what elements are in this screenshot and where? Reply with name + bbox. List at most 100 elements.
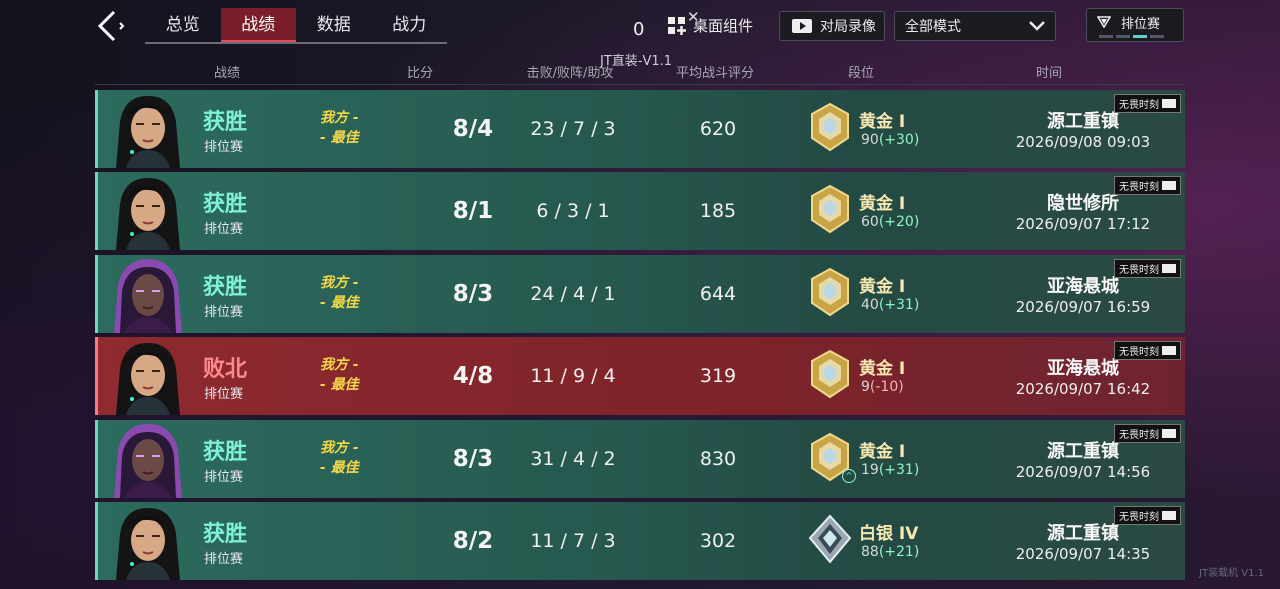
rank-points-delta: (+20): [878, 214, 920, 230]
match-result: 败北: [203, 357, 248, 382]
rank-points-delta: (+21): [878, 544, 920, 560]
rank-filter-button[interactable]: 排位赛: [1086, 8, 1184, 42]
rank-tier: 白银 IV: [859, 524, 919, 544]
hero-portrait: [106, 504, 186, 580]
match-row[interactable]: 获胜 排位赛 我方 - - 最佳 8/3 31 / 4 / 2 830 ^ 黄金 I 19(+31…: [95, 420, 1185, 498]
video-icon: [1162, 99, 1176, 108]
video-icon: [1162, 346, 1176, 355]
rank-points-delta: (-10): [869, 379, 904, 395]
match-result: 获胜: [203, 110, 248, 135]
match-result: 获胜: [203, 192, 248, 217]
match-result: 获胜: [203, 275, 248, 300]
version-tag: JT装载机 V1.1: [1199, 568, 1264, 579]
fearless-label: 无畏时刻: [1119, 182, 1159, 193]
video-icon: [1162, 264, 1176, 273]
rank-points: 9(-10): [861, 379, 904, 395]
rank-points: 40(+31): [861, 297, 919, 313]
tab-records[interactable]: 战绩: [220, 8, 296, 42]
mvp-line-1: 我方 -: [320, 357, 359, 373]
match-row[interactable]: 获胜 排位赛 我方 - - 最佳 8/4 23 / 7 / 3 620 黄金 I 90(+30)…: [95, 90, 1185, 168]
mvp-line-1: 我方 -: [320, 440, 359, 456]
match-mode: 排位赛: [204, 140, 244, 155]
rank-tier: 黄金 I: [859, 359, 906, 379]
fearless-label: 无畏时刻: [1119, 430, 1159, 441]
fearless-moment-button[interactable]: 无畏时刻: [1114, 341, 1181, 360]
match-result: 获胜: [203, 440, 248, 465]
overlay-counter: 0: [633, 19, 645, 40]
fearless-label: 无畏时刻: [1119, 265, 1159, 276]
fearless-moment-button[interactable]: 无畏时刻: [1114, 259, 1181, 278]
video-icon: [1162, 429, 1176, 438]
match-mode: 排位赛: [204, 222, 244, 237]
mvp-line-1: 我方 -: [320, 110, 359, 126]
fearless-moment-button[interactable]: 无畏时刻: [1114, 506, 1181, 525]
video-icon: [1162, 511, 1176, 520]
match-mode: 排位赛: [204, 387, 244, 402]
match-datetime: 2026/09/07 16:59: [1015, 298, 1151, 316]
tab-power[interactable]: 战力: [372, 8, 448, 42]
tab-overview[interactable]: 总览: [145, 8, 221, 42]
match-score: 8/3: [452, 446, 494, 472]
hero-portrait: [106, 422, 186, 498]
col-rank: 段位: [847, 66, 875, 81]
match-row[interactable]: 败北 排位赛 我方 -- 最佳 4/8 11 / 9 / 4 319 黄金 I 9(-10) 亚…: [95, 337, 1185, 415]
rank-emblem-icon: [1097, 16, 1111, 28]
mvp-line-1: 我方 -: [320, 275, 359, 291]
match-result: 获胜: [203, 522, 248, 547]
match-score: 8/2: [452, 528, 494, 554]
desktop-widget-button[interactable]: 桌面组件: [667, 15, 753, 36]
match-score: 8/4: [452, 116, 494, 142]
column-header-row: 战绩 比分 击败/败阵/助攻 平均战斗评分 段位 时间: [95, 62, 1185, 85]
mode-select[interactable]: 全部模式: [894, 11, 1056, 41]
match-rating: 302: [699, 530, 737, 552]
match-datetime: 2026/09/07 14:35: [1015, 545, 1151, 563]
match-score: 8/3: [452, 281, 494, 307]
rank-points-value: 40: [861, 297, 879, 313]
rank-badge-icon: [808, 267, 852, 319]
match-mode: 排位赛: [204, 470, 244, 485]
match-kda: 11 / 7 / 3: [530, 530, 616, 552]
team-mvp-badge: 我方 - - 最佳: [320, 355, 359, 395]
rank-points-value: 9: [861, 379, 870, 395]
tab-data[interactable]: 数据: [296, 8, 372, 42]
chevron-down-icon: [1029, 21, 1045, 31]
rank-points: 90(+30): [861, 132, 919, 148]
video-icon: [1162, 181, 1176, 190]
fearless-label: 无畏时刻: [1119, 100, 1159, 111]
rank-tier: 黄金 I: [859, 277, 906, 297]
widget-grid-icon: [668, 16, 686, 35]
mvp-line-2: - 最佳: [320, 377, 359, 393]
video-icon: [792, 19, 812, 33]
match-rating: 644: [699, 283, 737, 305]
match-kda: 24 / 4 / 1: [530, 283, 616, 305]
match-row[interactable]: 获胜 排位赛 8/1 6 / 3 / 1 185 黄金 I 60(+20) 隐世修所 2026/…: [95, 172, 1185, 250]
fearless-moment-button[interactable]: 无畏时刻: [1114, 94, 1181, 113]
match-datetime: 2026/09/07 17:12: [1015, 215, 1151, 233]
match-row[interactable]: 获胜 排位赛 我方 - - 最佳 8/3 24 / 4 / 1 644 黄金 I 40(+31)…: [95, 255, 1185, 333]
widget-label: 桌面组件: [693, 17, 754, 35]
match-replay-button[interactable]: 对局录像: [779, 11, 885, 41]
match-datetime: 2026/09/07 14:56: [1015, 463, 1151, 481]
tab-bar: 总览 战绩 数据 战力: [145, 8, 447, 44]
hero-portrait: [106, 339, 186, 415]
rank-points-delta: (+31): [878, 297, 920, 313]
fearless-moment-button[interactable]: 无畏时刻: [1114, 424, 1181, 443]
fearless-moment-button[interactable]: 无畏时刻: [1114, 176, 1181, 195]
rank-up-icon: ^: [842, 469, 856, 483]
match-kda: 23 / 7 / 3: [530, 118, 616, 140]
back-button[interactable]: [92, 8, 128, 44]
match-row[interactable]: 获胜 排位赛 8/2 11 / 7 / 3 302 白银 IV 88(+21) 源工重镇 202…: [95, 502, 1185, 580]
rank-points-value: 19: [861, 462, 879, 478]
fearless-label: 无畏时刻: [1119, 347, 1159, 358]
rank-badge-icon: [808, 514, 852, 566]
team-mvp-badge: 我方 - - 最佳: [320, 273, 359, 313]
rank-points-delta: (+31): [878, 462, 920, 478]
rank-filter-label: 排位赛: [1121, 16, 1161, 32]
mvp-line-2: - 最佳: [320, 130, 359, 146]
rank-points-value: 60: [861, 214, 879, 230]
mvp-line-2: - 最佳: [320, 460, 359, 476]
rank-badge-icon: [808, 349, 852, 401]
team-mvp-badge: 我方 - - 最佳: [320, 108, 359, 148]
match-rating: 620: [699, 118, 737, 140]
rank-points-value: 90: [861, 132, 879, 148]
